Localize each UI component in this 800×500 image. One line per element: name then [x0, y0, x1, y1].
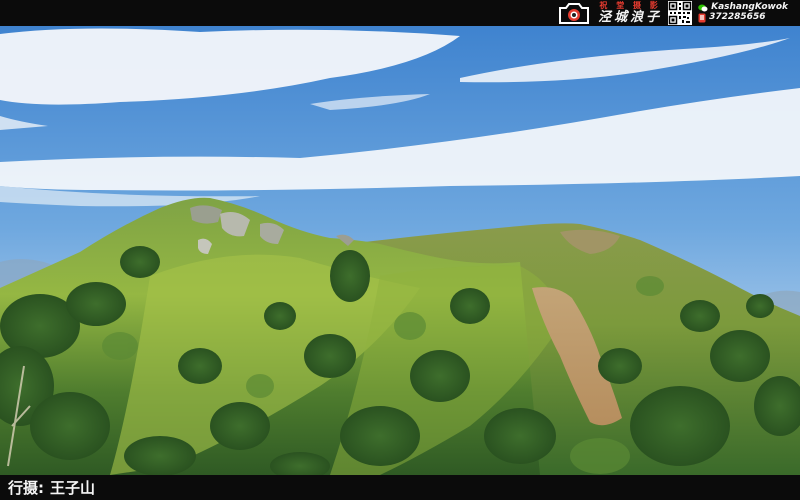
- caption-location: 王子山: [50, 479, 96, 497]
- watermark-header: 祝 堂 摄 影 泾城浪子 KashangKowok 372285656: [0, 0, 800, 26]
- mountain-photo: [0, 26, 800, 475]
- brand-tagline: 祝 堂 摄 影: [599, 1, 661, 10]
- brand-name-block: 祝 堂 摄 影 泾城浪子: [598, 1, 663, 25]
- photo-frame: 祝 堂 摄 影 泾城浪子 KashangKowok 372285656 行摄: …: [0, 0, 800, 500]
- brand-name: 泾城浪子: [598, 10, 663, 25]
- mountain-landscape: [0, 26, 800, 475]
- qr-code-icon: [668, 1, 693, 25]
- phone-row: 372285656: [698, 12, 788, 23]
- contact-block: KashangKowok 372285656: [698, 2, 788, 23]
- phone-icon: [698, 13, 706, 23]
- caption-bar: 行摄: 王子山: [0, 475, 800, 500]
- phone-number: 372285656: [709, 12, 766, 22]
- caption-label: 行摄:: [8, 479, 44, 497]
- wechat-icon: [698, 4, 708, 12]
- camera-logo-icon: [559, 3, 590, 24]
- brand-watermark: 祝 堂 摄 影 泾城浪子 KashangKowok 372285656: [556, 1, 788, 25]
